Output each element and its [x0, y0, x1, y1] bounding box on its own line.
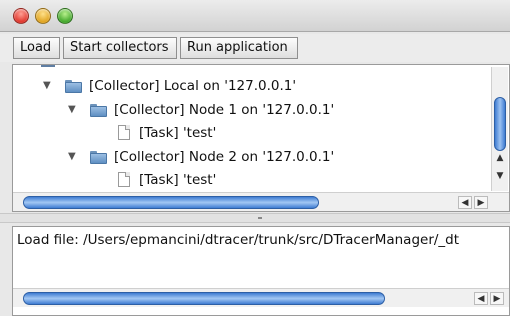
split-pane-divider[interactable]	[0, 213, 510, 223]
minimize-window-button[interactable]	[35, 8, 51, 24]
expand-triangle-icon[interactable]: ▼	[68, 99, 80, 121]
collector-tree-panel[interactable]: ▼ [Collector] Local on '127.0.0.1' ▼ [Co…	[12, 64, 510, 212]
vertical-scroll-thumb[interactable]	[494, 97, 506, 151]
toolbar: Load Start collectors Run application	[0, 34, 510, 62]
scroll-right-arrow-icon[interactable]: ▶	[474, 196, 488, 209]
app-window: Load Start collectors Run application ▼ …	[0, 0, 510, 316]
horizontal-scroll-thumb[interactable]	[23, 196, 319, 209]
tree-node-label: [Collector] Node 1 on '127.0.0.1'	[114, 102, 335, 118]
start-collectors-button[interactable]: Start collectors	[63, 37, 177, 59]
document-icon	[118, 125, 130, 140]
tree-node-task-test-1[interactable]: [Task] 'test'	[13, 122, 483, 144]
tree-node-collector-local[interactable]: ▼ [Collector] Local on '127.0.0.1'	[13, 75, 483, 97]
log-output-panel[interactable]: Load file: /Users/epmancini/dtracer/trun…	[12, 226, 510, 316]
scroll-left-arrow-icon[interactable]: ◀	[458, 196, 472, 209]
scroll-right-arrow-icon[interactable]: ▶	[490, 292, 504, 305]
log-line: Load file: /Users/epmancini/dtracer/trun…	[17, 232, 460, 248]
folder-icon	[90, 151, 107, 164]
log-horizontal-scrollbar[interactable]: ◀ ▶	[13, 288, 509, 307]
tree-node-collector-node2[interactable]: ▼ [Collector] Node 2 on '127.0.0.1'	[13, 146, 483, 168]
divider-grip-icon[interactable]	[258, 217, 262, 220]
close-window-button[interactable]	[13, 8, 29, 24]
tree-node-collector-node1[interactable]: ▼ [Collector] Node 1 on '127.0.0.1'	[13, 99, 483, 121]
tree-node-label: [Collector] Local on '127.0.0.1'	[89, 78, 297, 94]
tree-node-label: [Task] 'test'	[139, 125, 217, 141]
folder-icon	[90, 104, 107, 117]
tree-node-label: [Task] 'test'	[139, 172, 217, 188]
horizontal-scroll-thumb[interactable]	[23, 292, 385, 305]
zoom-window-button[interactable]	[57, 8, 73, 24]
tree-horizontal-scrollbar[interactable]: ◀ ▶	[13, 192, 509, 211]
run-application-button[interactable]: Run application	[180, 37, 298, 59]
document-icon	[118, 172, 130, 187]
expand-triangle-icon[interactable]: ▼	[68, 146, 80, 168]
tree-vertical-scrollbar[interactable]: ▲ ▼	[491, 67, 508, 191]
scroll-up-arrow-icon[interactable]: ▲	[494, 151, 506, 165]
expand-triangle-icon[interactable]: ▼	[43, 75, 55, 97]
title-bar[interactable]	[0, 0, 510, 32]
tree-node-label: [Collector] Node 2 on '127.0.0.1'	[114, 149, 335, 165]
folder-icon	[65, 80, 82, 93]
tree-top-cutoff	[41, 65, 55, 67]
load-button[interactable]: Load	[13, 37, 60, 59]
scroll-left-arrow-icon[interactable]: ◀	[474, 292, 488, 305]
tree-node-task-test-2[interactable]: [Task] 'test'	[13, 169, 483, 191]
scroll-down-arrow-icon[interactable]: ▼	[494, 169, 506, 183]
